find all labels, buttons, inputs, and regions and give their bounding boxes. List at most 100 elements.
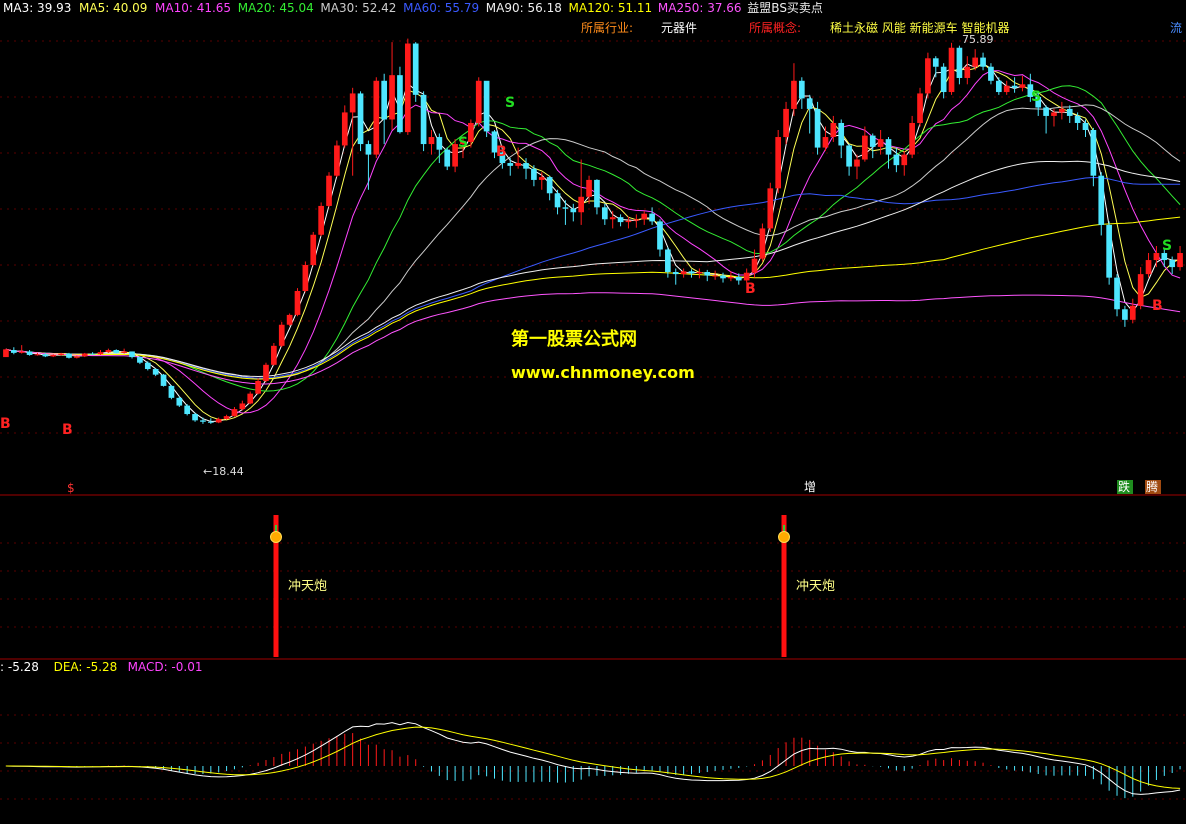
candle-body-up — [791, 80, 797, 109]
candle-body-down — [956, 47, 963, 78]
candle-body-down — [152, 369, 159, 375]
signal-panel: 冲天炮 冲天炮 — [270, 515, 835, 657]
dea-line — [5, 726, 1181, 789]
candle-body-up — [783, 108, 789, 138]
candle-body-down — [168, 385, 175, 398]
candle-body-down — [570, 208, 577, 213]
candle-body-down — [988, 66, 994, 81]
candle-body-up — [728, 276, 734, 279]
candle-body-down — [144, 362, 151, 370]
candle-body-down — [562, 207, 569, 209]
candle-body-down — [940, 66, 947, 93]
macd-legend: : -5.28 DEA: -5.28 MACD: -0.01 — [0, 660, 202, 674]
candle-body-up — [404, 43, 411, 133]
zeng-tag: 增 — [804, 480, 816, 494]
candle-body-down — [1114, 277, 1120, 310]
candle-body-up — [1003, 85, 1010, 93]
candle-body-up — [34, 354, 41, 356]
candle-body-up — [633, 219, 640, 221]
watermark-title: 第一股票公式网 — [511, 328, 637, 350]
candle-body-down — [192, 414, 198, 421]
signal-label: 冲天炮 — [796, 579, 835, 594]
candle-body-down — [10, 350, 17, 353]
candle-body-up — [609, 217, 616, 220]
signal-label: 冲天炮 — [288, 579, 327, 594]
candle-body-down — [381, 80, 388, 120]
candle-body-up — [775, 137, 782, 189]
macd-legend-item: MACD: -0.01 — [128, 660, 203, 674]
candle-body-down — [184, 405, 191, 415]
candle-body-down — [846, 145, 852, 167]
candle-body-up — [286, 314, 293, 325]
ma-legend-item: 益盟BS买卖点 — [747, 1, 823, 15]
candle-body-up — [215, 418, 222, 423]
candle-body-up — [538, 177, 545, 180]
candle-body-down — [129, 351, 135, 358]
candle-body-up — [18, 351, 25, 353]
sell-signal: S — [505, 95, 515, 111]
candle-body-down — [1161, 253, 1168, 261]
candle-body-up — [680, 271, 687, 275]
candle-body-down — [601, 207, 608, 220]
candle-body-up — [121, 351, 127, 353]
candle-body-down — [137, 357, 143, 363]
candle-body-up — [1153, 253, 1160, 261]
candle-body-up — [948, 47, 955, 93]
candle-body-down — [649, 213, 655, 222]
candle-body-up — [389, 75, 395, 120]
buy-signal: B — [62, 422, 73, 438]
candle-body-down — [657, 221, 663, 250]
candle-body-up — [925, 58, 931, 94]
candle-body-up — [239, 403, 246, 410]
concept-label: 所属概念: — [749, 20, 801, 35]
die-tag: 跌 — [1118, 479, 1130, 494]
candle-body-up — [255, 380, 261, 394]
candle-body-down — [594, 179, 600, 208]
candle-body-up — [105, 350, 112, 353]
candle-body-down — [893, 154, 900, 166]
s-mark: $ — [67, 481, 75, 495]
candle-body-down — [357, 93, 364, 145]
candle-body-down — [1066, 108, 1073, 116]
candle-body-up — [751, 258, 758, 273]
candle-body-down — [420, 94, 427, 145]
candle-body-up — [862, 135, 868, 160]
candle-body-down — [444, 149, 451, 167]
candle-body-up — [428, 137, 435, 145]
ma-legend-item: MA20: 45.04 — [238, 1, 314, 15]
candle-body-up — [81, 353, 88, 357]
grid-lines — [0, 40, 1186, 800]
candle-body-down — [869, 135, 876, 147]
industry-value: 元器件 — [661, 21, 697, 35]
chart-canvas[interactable]: B B S S B B S S B MA3: 39.93 MA5: 40.09 MA10: 41.6… — [0, 0, 1186, 824]
candle-body-up — [247, 393, 254, 404]
candle-body-up — [231, 409, 238, 417]
candle-body-up — [515, 163, 521, 166]
candle-body-up — [294, 290, 301, 315]
candle-body-up — [1059, 108, 1065, 113]
candle-body-up — [767, 188, 774, 229]
candle-body-up — [1019, 84, 1026, 88]
candle-body-down — [160, 374, 167, 386]
candle-body-down — [436, 137, 443, 150]
candle-body-up — [972, 57, 979, 67]
ma-legend-item: MA30: 52.42 — [320, 1, 396, 15]
ma-legend-item: MA120: 51.11 — [569, 1, 653, 15]
candle-body-up — [74, 356, 80, 358]
sell-signal: S — [1162, 238, 1172, 254]
candle-body-up — [854, 159, 860, 167]
candle-body-up — [696, 272, 703, 274]
candle-body-up — [578, 196, 585, 213]
high-price-label: 75.89 — [962, 33, 994, 46]
ma-line-ma120 — [5, 216, 1181, 380]
buy-signal: B — [745, 281, 756, 297]
candle-body-down — [806, 98, 813, 109]
candle-body-down — [113, 350, 120, 353]
candle-body-up — [263, 364, 269, 381]
candle-body-down — [1011, 85, 1018, 88]
low-price-label: ←18.44 — [203, 465, 244, 478]
candle-body-down — [1090, 130, 1097, 176]
candle-body-down — [397, 75, 403, 133]
candle-body-down — [531, 168, 537, 180]
concept-cut-text: 流 — [1170, 21, 1182, 35]
